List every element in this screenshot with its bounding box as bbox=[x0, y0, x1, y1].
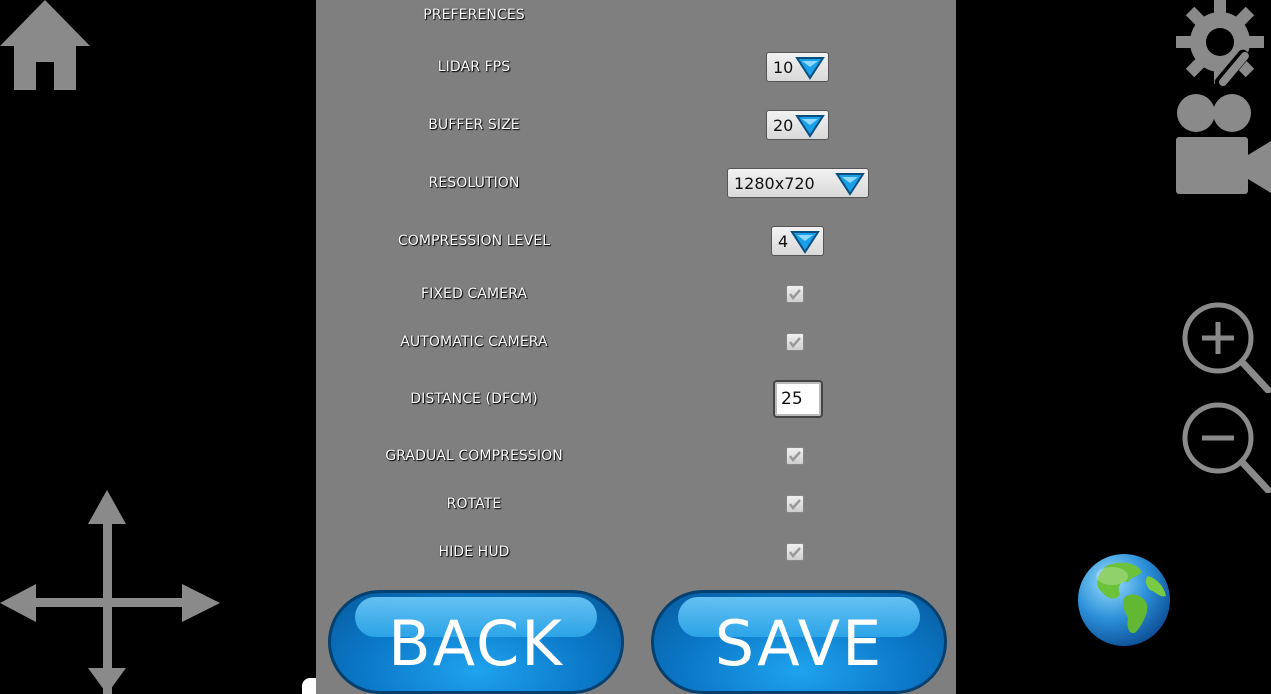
automatic-camera-checkbox[interactable] bbox=[786, 333, 804, 351]
compression-level-dropdown[interactable]: 4 bbox=[771, 226, 824, 256]
page-title: PREFERENCES bbox=[423, 7, 525, 23]
chevron-down-icon bbox=[795, 57, 825, 80]
distance-label: DISTANCE (DFCM) bbox=[410, 391, 538, 407]
back-button[interactable]: BACK bbox=[328, 590, 624, 694]
hide-hud-label: HIDE HUD bbox=[438, 544, 510, 560]
settings-tools-icon[interactable] bbox=[1174, 0, 1271, 88]
home-icon[interactable] bbox=[0, 0, 92, 92]
compression-level-value: 4 bbox=[778, 232, 789, 251]
automatic-camera-label: AUTOMATIC CAMERA bbox=[400, 334, 548, 350]
chevron-down-icon bbox=[835, 173, 865, 196]
rotate-checkbox[interactable] bbox=[786, 495, 804, 513]
lidar-fps-label: LIDAR FPS bbox=[437, 59, 511, 75]
checkmark-icon bbox=[789, 499, 801, 510]
video-camera-icon[interactable] bbox=[1176, 93, 1271, 194]
globe-icon[interactable] bbox=[1076, 552, 1172, 648]
gradual-compression-label: GRADUAL COMPRESSION bbox=[385, 448, 563, 464]
hide-hud-checkbox[interactable] bbox=[786, 543, 804, 561]
checkmark-icon bbox=[789, 289, 801, 300]
buffer-size-label: BUFFER SIZE bbox=[428, 117, 520, 133]
checkmark-icon bbox=[789, 547, 801, 558]
buffer-size-value: 20 bbox=[773, 116, 794, 135]
gradual-compression-checkbox[interactable] bbox=[786, 447, 804, 465]
compression-level-label: COMPRESSION LEVEL bbox=[397, 233, 551, 249]
save-button-label: SAVE bbox=[714, 607, 884, 680]
distance-field-wrapper bbox=[773, 380, 823, 418]
back-button-label: BACK bbox=[388, 607, 564, 680]
rotate-label: ROTATE bbox=[446, 496, 502, 512]
resolution-label: RESOLUTION bbox=[428, 175, 520, 191]
resolution-dropdown[interactable]: 1280x720 bbox=[727, 168, 869, 198]
zoom-out-icon[interactable] bbox=[1182, 402, 1271, 493]
lidar-fps-value: 10 bbox=[773, 58, 794, 77]
lidar-fps-dropdown[interactable]: 10 bbox=[766, 52, 829, 82]
fixed-camera-label: FIXED CAMERA bbox=[420, 286, 528, 302]
checkmark-icon bbox=[789, 337, 801, 348]
distance-field[interactable] bbox=[775, 382, 821, 409]
checkmark-icon bbox=[789, 451, 801, 462]
save-button[interactable]: SAVE bbox=[651, 590, 947, 694]
resolution-value: 1280x720 bbox=[734, 174, 815, 193]
buffer-size-dropdown[interactable]: 20 bbox=[766, 110, 829, 140]
move-arrows-icon[interactable] bbox=[0, 490, 222, 694]
chevron-down-icon bbox=[790, 231, 820, 254]
fixed-camera-checkbox[interactable] bbox=[786, 285, 804, 303]
zoom-in-icon[interactable] bbox=[1182, 302, 1271, 393]
preferences-panel: PREFERENCES LIDAR FPS 10 BUFFER SIZE 20 … bbox=[316, 0, 956, 694]
chevron-down-icon bbox=[795, 115, 825, 138]
scroll-indicator bbox=[302, 678, 316, 694]
